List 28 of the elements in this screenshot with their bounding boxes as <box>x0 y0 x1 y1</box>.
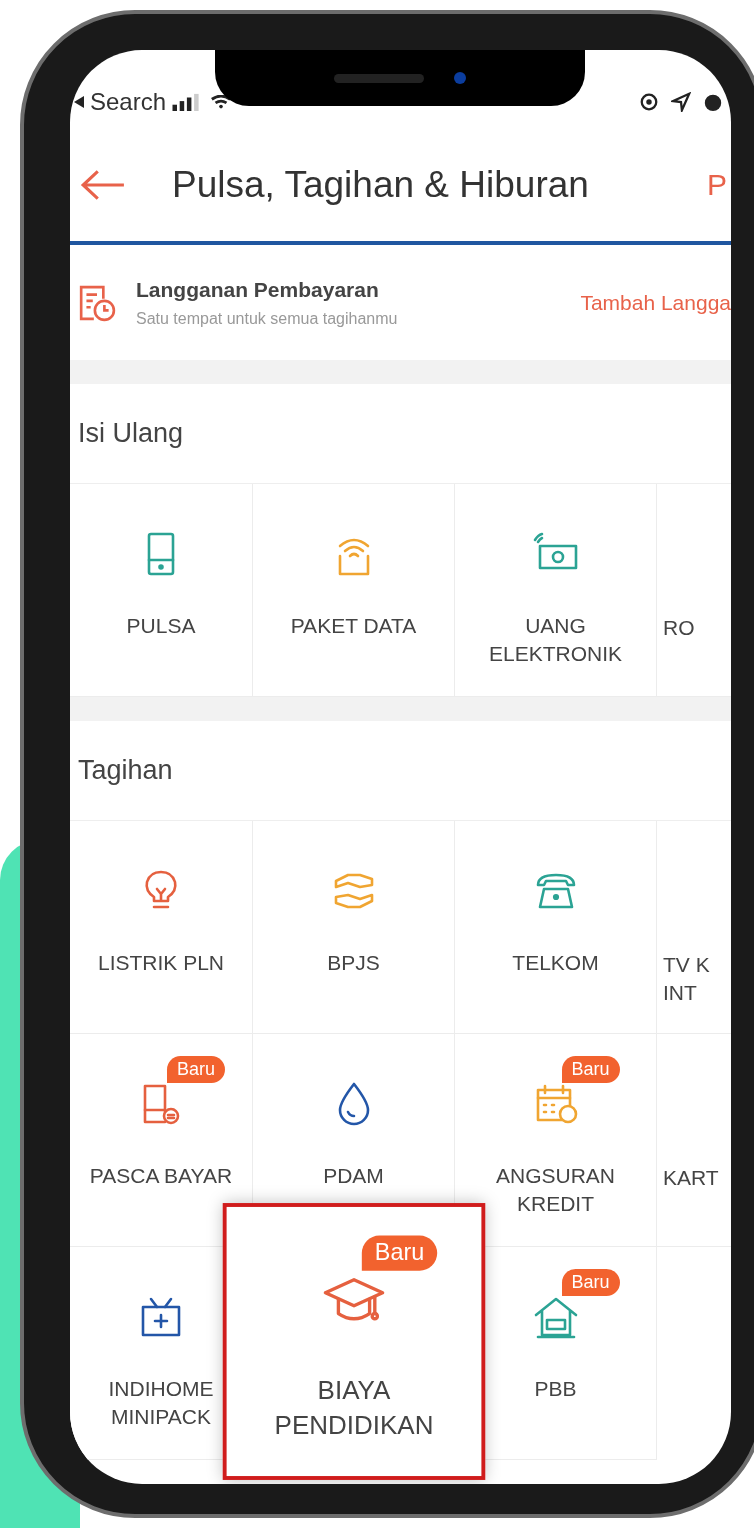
subscription-title: Langganan Pembayaran <box>136 277 380 302</box>
menu-item[interactable]: PAKET DATA <box>285 504 422 641</box>
bill-clock-icon <box>78 283 116 322</box>
back-triangle-icon <box>74 94 84 109</box>
menu-item[interactable]: Baru PBB <box>487 1267 624 1404</box>
menu-item[interactable]: LISTRIK PLN <box>93 841 229 978</box>
new-badge: Baru <box>561 1269 620 1296</box>
rotation-lock-icon <box>639 91 659 112</box>
menu-item[interactable]: Baru ANGSURAN KREDIT <box>487 1054 624 1219</box>
status-back-label[interactable]: Search <box>90 87 167 116</box>
subscription-subtitle: Satu tempat untuk semua tagihanmu <box>136 309 398 328</box>
back-arrow-icon[interactable] <box>80 169 126 201</box>
menu-item[interactable]: Baru PASCA BAYAR <box>89 1054 233 1191</box>
new-badge: Baru <box>167 1056 225 1083</box>
menu-item[interactable]: KART <box>663 1164 719 1193</box>
menu-item[interactable]: BPJS <box>285 841 422 978</box>
new-badge: Baru <box>361 1235 438 1271</box>
page-title: Pulsa, Tagihan & Hiburan <box>172 164 589 206</box>
new-badge: Baru <box>561 1056 620 1083</box>
menu-item[interactable]: UANG ELEKTRONIK <box>487 504 624 669</box>
highlighted-menu-item[interactable]: Baru BIAYA PENDIDIKAN <box>222 1203 486 1480</box>
menu-item[interactable]: TELKOM <box>487 841 624 978</box>
location-icon <box>671 91 691 112</box>
menu-item[interactable]: TV K INT <box>663 951 710 1008</box>
signal-icon <box>172 92 201 111</box>
menu-item[interactable]: RO <box>663 614 695 643</box>
menu-item[interactable]: PDAM <box>285 1054 422 1191</box>
menu-item[interactable]: PULSA <box>93 504 229 641</box>
